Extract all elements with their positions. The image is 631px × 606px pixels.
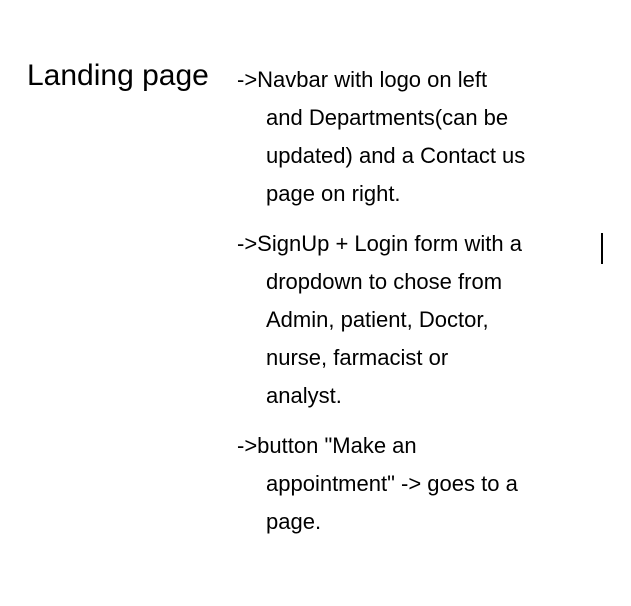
note-line: nurse, farmacist or [266, 345, 449, 370]
note-line: page. [266, 509, 322, 534]
note-line: Admin, patient, Doctor, [266, 307, 489, 332]
note-line: ->button "Make an [237, 433, 417, 458]
notes-list: ->Navbar with logo on left and Departmen… [237, 61, 587, 541]
note-line: page on right. [266, 181, 401, 206]
note-auth-form: ->SignUp + Login form with a dropdown to… [237, 225, 587, 415]
note-appointment-button: ->button "Make an appointment" -> goes t… [237, 427, 587, 541]
note-line: analyst. [266, 383, 342, 408]
page-heading: Landing page [27, 59, 209, 92]
note-line: and Departments(can be [266, 105, 509, 130]
note-line: ->SignUp + Login form with a [237, 231, 522, 256]
text-cursor [601, 233, 603, 264]
note-navbar: ->Navbar with logo on left and Departmen… [237, 61, 587, 213]
note-line: dropdown to chose from [266, 269, 503, 294]
note-line: updated) and a Contact us [266, 143, 526, 168]
document-page: Landing page ->Navbar with logo on left … [0, 0, 631, 606]
note-line: ->Navbar with logo on left [237, 67, 488, 92]
note-line: appointment" -> goes to a [266, 471, 518, 496]
